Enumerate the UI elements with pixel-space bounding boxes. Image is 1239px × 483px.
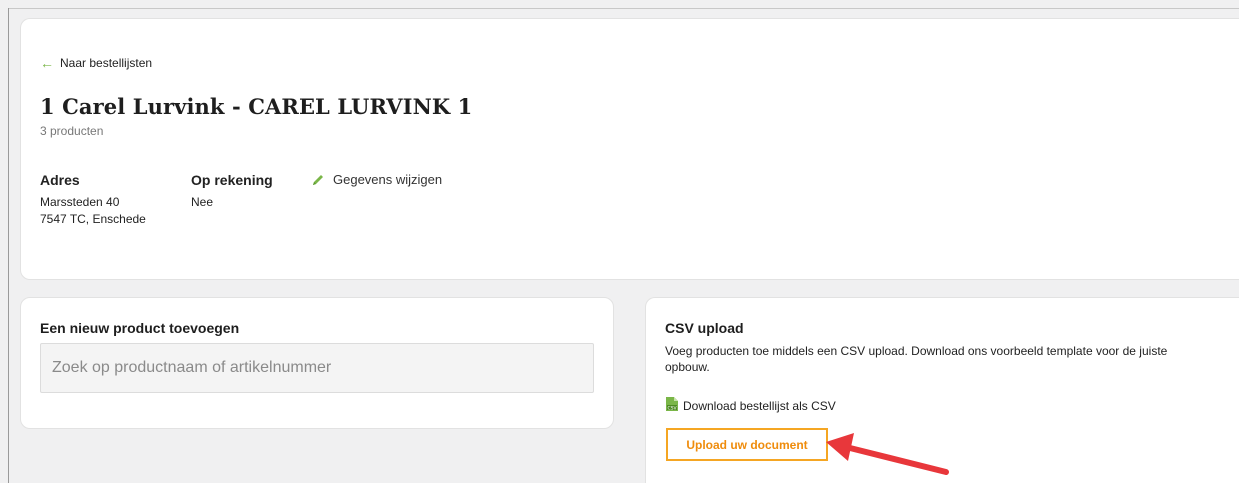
edit-details-label: Gegevens wijzigen — [333, 172, 443, 187]
back-to-order-lists-link[interactable]: ← Naar bestellijsten — [40, 56, 152, 70]
window-frame-top — [8, 8, 1239, 9]
account-value: Nee — [191, 195, 214, 209]
product-count: 3 producten — [40, 124, 104, 138]
download-csv-link[interactable]: CSV Download bestellijst als CSV — [665, 396, 836, 415]
account-label: Op rekening — [191, 172, 273, 188]
address-line-1: Marssteden 40 — [40, 195, 120, 209]
upload-document-button[interactable]: Upload uw document — [666, 428, 828, 461]
order-list-details-card — [20, 18, 1239, 280]
pencil-icon — [311, 173, 325, 187]
back-link-label: Naar bestellijsten — [60, 56, 153, 70]
page-title: 1 Carel Lurvink - CAREL LURVINK 1 — [40, 94, 473, 119]
address-label: Adres — [40, 172, 80, 188]
add-product-title: Een nieuw product toevoegen — [40, 320, 240, 336]
csv-file-icon: CSV — [665, 396, 679, 415]
edit-details-link[interactable]: Gegevens wijzigen — [311, 172, 442, 187]
svg-text:CSV: CSV — [667, 405, 677, 411]
address-line-2: 7547 TC, Enschede — [40, 212, 146, 226]
arrow-left-icon: ← — [40, 55, 54, 71]
csv-upload-title: CSV upload — [665, 320, 744, 336]
annotation-arrow-icon — [826, 433, 949, 475]
window-frame-left — [8, 8, 9, 483]
product-search-input[interactable] — [40, 343, 594, 393]
download-csv-label: Download bestellijst als CSV — [683, 398, 836, 413]
csv-upload-description: Voeg producten toe middels een CSV uploa… — [665, 344, 1168, 374]
